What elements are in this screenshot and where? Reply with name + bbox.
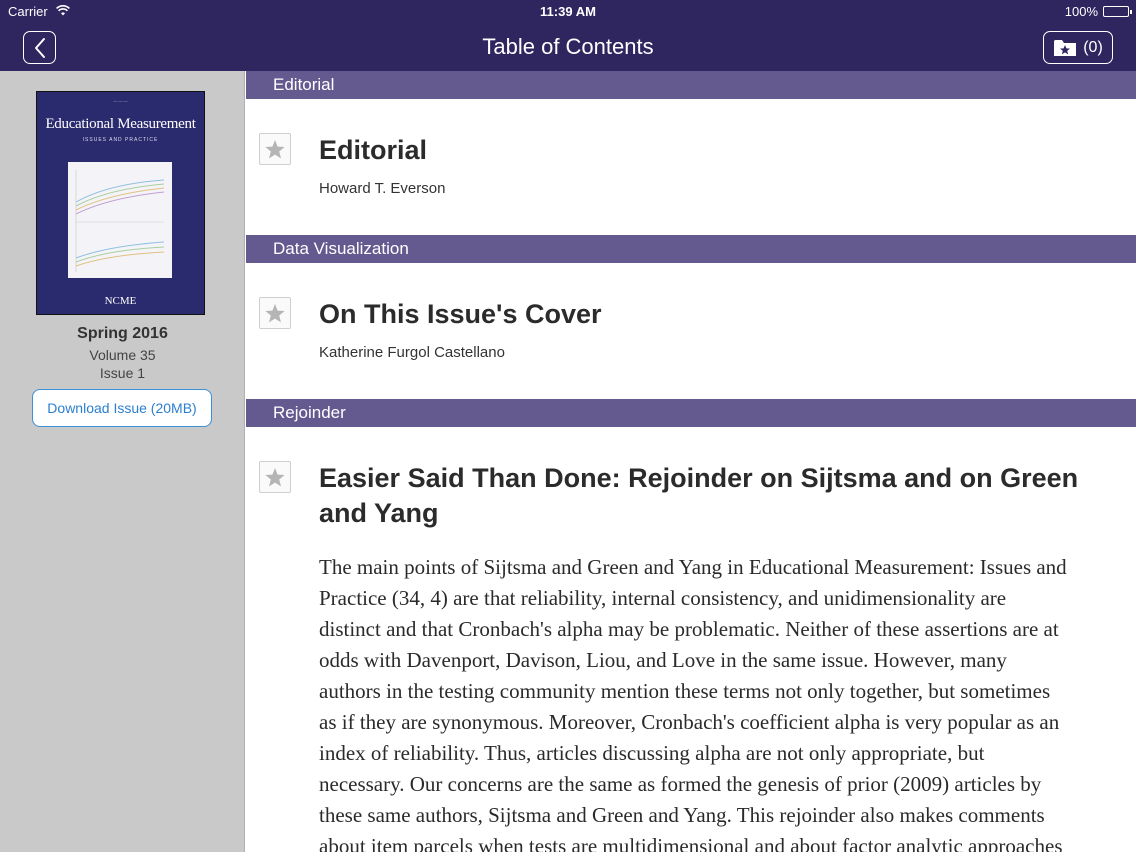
favorite-star-button[interactable] — [259, 461, 291, 493]
section-header-data-visualization: Data Visualization — [246, 235, 1136, 263]
navigation-bar: Table of Contents (0) — [0, 22, 1136, 71]
issue-sidebar: — — — Educational Measurement ISSUES AND… — [0, 71, 245, 852]
article-title-line-1[interactable]: Easier Said Than Done: Rejoinder on Sijt… — [319, 461, 1078, 496]
abstract-line: The main points of Sijtsma and Green and… — [319, 555, 1067, 579]
starred-folder-icon — [1054, 40, 1077, 56]
star-icon — [265, 467, 285, 486]
article-author: Katherine Furgol Castellano — [319, 344, 505, 361]
article-title[interactable]: On This Issue's Cover — [319, 297, 602, 332]
issue-cover-image[interactable]: — — — Educational Measurement ISSUES AND… — [36, 91, 205, 315]
table-of-contents: Editorial Editorial Howard T. Everson Da… — [246, 71, 1136, 852]
download-issue-button[interactable]: Download Issue (20MB) — [32, 389, 212, 427]
abstract-line: index of reliability. Thus, articles dis… — [319, 741, 985, 765]
issue-number: Issue 1 — [99, 365, 146, 381]
article-title[interactable]: Editorial — [319, 133, 427, 168]
section-header-editorial: Editorial — [246, 71, 1136, 99]
article-title-line-2[interactable]: and Yang — [319, 496, 439, 531]
article-abstract: The main points of Sijtsma and Green and… — [319, 552, 1119, 852]
abstract-line: necessary. Our concerns are the same as … — [319, 772, 1042, 796]
status-bar: Carrier 11:39 AM 100% — [0, 0, 1136, 22]
cover-title: Educational Measurement — [45, 116, 196, 132]
battery-percentage: 100% — [1064, 4, 1098, 19]
cover-logo: NCME — [104, 295, 137, 307]
page-title: Table of Contents — [482, 34, 654, 59]
cover-chart-image — [68, 162, 172, 278]
abstract-line: about item parcels when tests are multid… — [319, 834, 1063, 852]
abstract-line: Practice (34, 4) are that reliability, i… — [319, 586, 1007, 610]
cover-subtitle: ISSUES AND PRACTICE — [82, 137, 159, 143]
star-icon — [265, 139, 285, 158]
abstract-line: authors in the testing community mention… — [319, 679, 1051, 703]
abstract-line: distinct and that Cronbach's alpha may b… — [319, 617, 1059, 641]
saved-count: (0) — [1083, 38, 1103, 56]
section-header-rejoinder: Rejoinder — [246, 399, 1136, 427]
star-icon — [265, 303, 285, 322]
issue-volume: Volume 35 — [89, 347, 156, 363]
abstract-line: as if they are synonymous. Moreover, Cro… — [319, 710, 1060, 734]
favorite-star-button[interactable] — [259, 297, 291, 329]
favorite-star-button[interactable] — [259, 133, 291, 165]
cover-header-strip: — — — — [113, 98, 128, 103]
battery-icon — [1103, 6, 1132, 17]
abstract-line: odds with Davenport, Davison, Liou, and … — [319, 648, 1007, 672]
article-author: Howard T. Everson — [319, 180, 446, 197]
saved-articles-button[interactable]: (0) — [1043, 31, 1113, 64]
abstract-line: these same authors, Sijtsma and Green an… — [319, 803, 1045, 827]
issue-season: Spring 2016 — [77, 325, 168, 342]
clock: 11:39 AM — [540, 4, 596, 19]
